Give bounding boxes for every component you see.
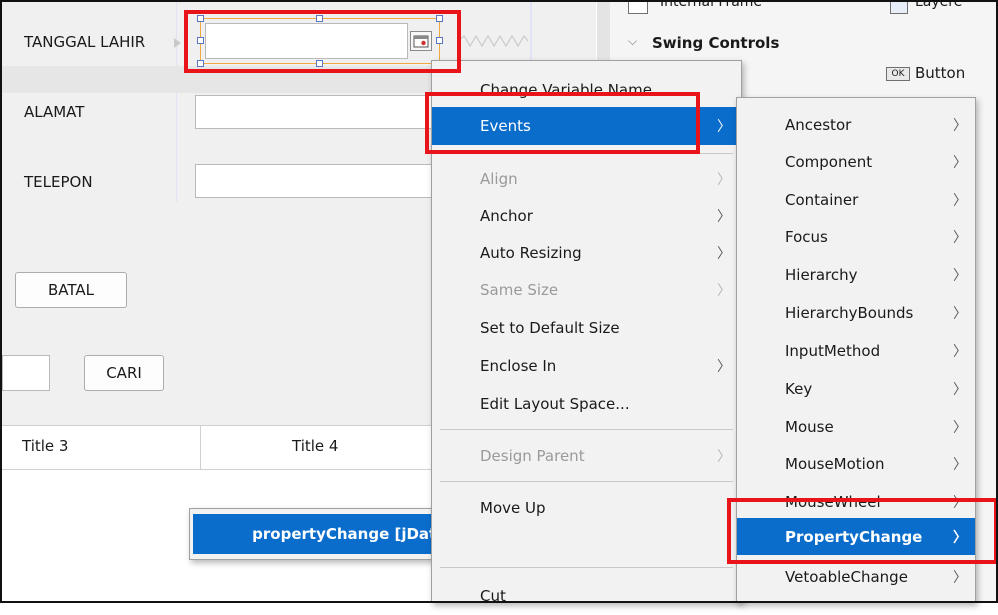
chevron-right-icon: 〉 [953,456,967,473]
annotation-box-property-change [727,498,998,564]
menu-item-design-parent[interactable]: Design Parent 〉 [432,437,741,475]
palette-item-button[interactable]: Button [915,64,965,82]
menu-item-anchor[interactable]: Anchor 〉 [432,197,741,235]
submenu-item-component[interactable]: Component 〉 [737,143,975,180]
telepon-label: TELEPON [24,173,93,191]
chevron-right-icon: 〉 [953,154,967,171]
menu-item-set-default-size[interactable]: Set to Default Size [432,309,741,347]
submenu-item-hierarchy-bounds[interactable]: HierarchyBounds 〉 [737,294,975,331]
submenu-item-key[interactable]: Key 〉 [737,370,975,407]
chevron-right-icon: 〉 [717,119,731,135]
layout-guide-line [176,2,177,202]
annotation-box-date-chooser [184,10,461,73]
palette-item-layered-pane[interactable]: Layere [915,0,962,10]
submenu-item-hierarchy[interactable]: Hierarchy 〉 [737,256,975,293]
internal-frame-icon [628,2,648,14]
telepon-text-field[interactable] [195,164,435,198]
button-component-icon: OK [886,67,910,81]
tanggal-lahir-label: TANGGAL LAHIR [24,33,146,51]
chevron-right-icon: 〉 [953,267,967,284]
chevron-right-icon: 〉 [717,283,731,299]
layered-pane-icon [890,2,908,14]
alamat-text-field[interactable] [195,95,435,129]
cari-button[interactable]: CARI [84,355,164,391]
layout-spring-icon [458,34,528,48]
table-header-title-3[interactable]: Title 3 [22,437,68,455]
chevron-right-icon: 〉 [717,246,731,262]
submenu-item-container[interactable]: Container 〉 [737,181,975,218]
section-collapse-icon[interactable]: ⌵ [628,34,637,49]
menu-item-align[interactable]: Align 〉 [432,160,741,198]
palette-item-internal-frame[interactable]: Internal Frame [660,0,762,10]
submenu-item-ancestor[interactable]: Ancestor 〉 [737,106,975,143]
alamat-label: ALAMAT [24,103,85,121]
chevron-right-icon: 〉 [717,359,731,375]
table-header-title-4[interactable]: Title 4 [292,437,338,455]
menu-item-enclose-in[interactable]: Enclose In 〉 [432,347,741,385]
palette-section-swing-controls[interactable]: Swing Controls [652,34,779,52]
chevron-right-icon: 〉 [717,209,731,225]
submenu-item-focus[interactable]: Focus 〉 [737,218,975,255]
chevron-right-icon: 〉 [953,192,967,209]
search-text-field[interactable] [2,355,50,391]
anchor-arrow-icon [174,38,181,48]
menu-separator [440,567,733,568]
chevron-right-icon: 〉 [953,117,967,134]
annotation-box-events [425,92,700,154]
submenu-item-mouse-motion[interactable]: MouseMotion 〉 [737,445,975,482]
menu-item-auto-resizing[interactable]: Auto Resizing 〉 [432,234,741,272]
submenu-item-mouse[interactable]: Mouse 〉 [737,408,975,445]
submenu-item-input-method[interactable]: InputMethod 〉 [737,332,975,369]
menu-separator [440,429,733,430]
column-divider [200,425,201,470]
chevron-right-icon: 〉 [953,419,967,436]
chevron-right-icon: 〉 [717,449,731,465]
chevron-right-icon: 〉 [717,172,731,188]
menu-item-same-size[interactable]: Same Size 〉 [432,271,741,309]
menu-item-cut[interactable]: Cut [432,577,741,615]
chevron-right-icon: 〉 [953,305,967,322]
menu-item-edit-layout-space[interactable]: Edit Layout Space... [432,385,741,423]
chevron-right-icon: 〉 [953,229,967,246]
menu-separator [440,481,733,482]
batal-button[interactable]: BATAL [15,272,127,308]
chevron-right-icon: 〉 [953,343,967,360]
menu-item-move-up[interactable]: Move Up [432,489,741,527]
chevron-right-icon: 〉 [953,381,967,398]
